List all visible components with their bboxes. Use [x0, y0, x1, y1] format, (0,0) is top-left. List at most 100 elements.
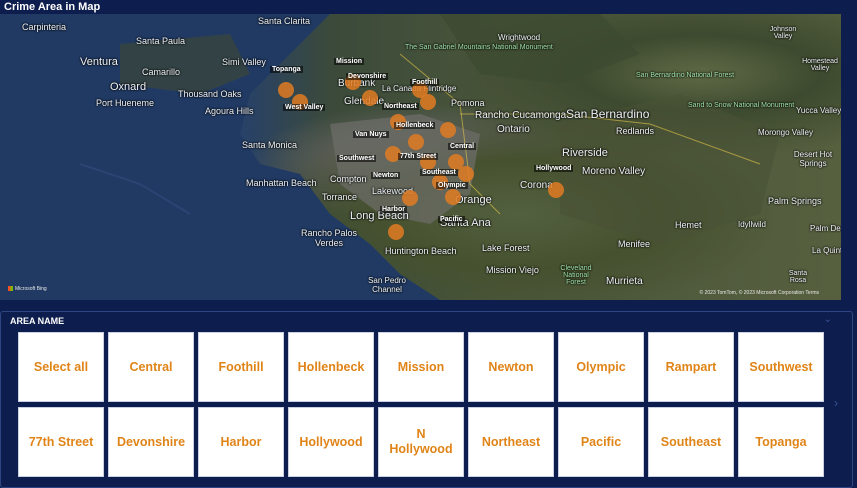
place-label: Lake Forest	[482, 243, 530, 253]
crime-bubble[interactable]	[420, 94, 436, 110]
place-label: Idyllwild	[738, 220, 767, 229]
crime-bubble[interactable]	[362, 90, 378, 106]
place-label: Desert Hot Springs	[793, 150, 833, 168]
place-label: Homestead Valley	[802, 58, 838, 72]
park-label: San Bernardino National Forest	[635, 72, 735, 79]
chevron-down-icon[interactable]: ⌄	[824, 314, 832, 325]
place-label: Murrieta	[606, 276, 643, 287]
area-label-west-valley: West Valley	[283, 104, 326, 111]
place-label: Morongo Valley	[758, 128, 813, 137]
area-label-newton: Newton	[371, 172, 401, 179]
place-label: Palm Desert	[810, 224, 841, 233]
place-label: Rancho Cucamonga	[475, 110, 567, 121]
area-label-southwest: Southwest	[337, 155, 377, 162]
chevron-right-icon[interactable]: ›	[834, 396, 838, 410]
area-label-olympic: Olympic	[436, 182, 468, 189]
place-label: Carpinteria	[22, 22, 67, 32]
place-label: Huntington Beach	[385, 246, 457, 256]
area-label-topanga: Topanga	[270, 66, 303, 73]
crime-bubble[interactable]	[458, 166, 474, 182]
microsoft-logo-icon	[8, 286, 13, 292]
place-label: Thousand Oaks	[178, 89, 242, 99]
place-label: Mission Viejo	[486, 265, 539, 275]
area-label-northeast: Northeast	[382, 103, 419, 110]
area-label-van-nuys: Van Nuys	[353, 131, 389, 138]
bing-logo: Microsoft Bing	[8, 286, 47, 292]
place-label: San Pedro Channel	[368, 276, 406, 294]
place-label: Oxnard	[110, 81, 147, 93]
crime-bubble[interactable]	[440, 122, 456, 138]
place-label: Riverside	[562, 147, 608, 159]
map-provider: Microsoft Bing	[15, 286, 47, 292]
slicer-tile-mission[interactable]: Mission	[378, 332, 464, 402]
crime-bubble[interactable]	[402, 190, 418, 206]
place-label: Torrance	[322, 192, 358, 202]
slicer-tile-topanga[interactable]: Topanga	[738, 407, 824, 477]
slicer-tile-rampart[interactable]: Rampart	[648, 332, 734, 402]
area-label-mission: Mission	[334, 58, 365, 65]
crime-bubble[interactable]	[408, 134, 424, 150]
place-label: Menifee	[618, 239, 651, 249]
slicer-tile-pacific[interactable]: Pacific	[558, 407, 644, 477]
place-label: Johnson Valley	[769, 26, 797, 40]
slicer-title: AREA NAME	[10, 316, 65, 326]
slicer-tile-newton[interactable]: Newton	[468, 332, 554, 402]
place-label: Port Hueneme	[96, 98, 155, 108]
place-label: Hemet	[675, 220, 702, 230]
area-label-harbor: Harbor	[380, 206, 407, 213]
crime-bubble[interactable]	[278, 82, 294, 98]
slicer-tiles: Select all Central Foothill Hollenbeck M…	[18, 332, 826, 488]
slicer-tile-central[interactable]: Central	[108, 332, 194, 402]
area-label-77th-street: 77th Street	[398, 153, 439, 160]
place-label: Santa Rosa	[788, 270, 808, 284]
area-label-pacific: Pacific	[438, 216, 465, 223]
slicer-tile-select-all[interactable]: Select all	[18, 332, 104, 402]
area-label-devonshire: Devonshire	[346, 73, 389, 80]
place-label: Manhattan Beach	[246, 178, 317, 188]
slicer-tile-hollenbeck[interactable]: Hollenbeck	[288, 332, 374, 402]
area-label-southeast: Southeast	[420, 169, 458, 176]
place-label: Moreno Valley	[582, 166, 646, 177]
place-label: Santa Clarita	[258, 16, 311, 26]
slicer-tile-southeast[interactable]: Southeast	[648, 407, 734, 477]
place-label: Camarillo	[142, 67, 181, 77]
slicer-tile-foothill[interactable]: Foothill	[198, 332, 284, 402]
slicer-tile-olympic[interactable]: Olympic	[558, 332, 644, 402]
place-label: Wrightwood	[498, 33, 541, 42]
slicer-tile-77th-street[interactable]: 77th Street	[18, 407, 104, 477]
place-label: Ventura	[80, 56, 118, 68]
slicer-tile-hollywood[interactable]: Hollywood	[288, 407, 374, 477]
place-label: Palm Springs	[768, 196, 822, 206]
area-label-foothill: Foothill	[410, 79, 440, 86]
place-label: Santa Monica	[242, 140, 298, 150]
crime-bubble[interactable]	[388, 224, 404, 240]
park-label: Sand to Snow National Monument	[688, 102, 795, 109]
slicer-tile-harbor[interactable]: Harbor	[198, 407, 284, 477]
crime-bubble[interactable]	[445, 189, 461, 205]
slicer-tile-devonshire[interactable]: Devonshire	[108, 407, 194, 477]
park-label: Cleveland National Forest	[560, 265, 592, 286]
slicer-tile-n-hollywood[interactable]: N Hollywood	[378, 407, 464, 477]
place-label: La Quinta	[812, 246, 841, 255]
slicer-tile-northeast[interactable]: Northeast	[468, 407, 554, 477]
area-label-hollenbeck: Hollenbeck	[394, 122, 436, 129]
place-label: Redlands	[616, 126, 655, 136]
place-label: Santa Paula	[136, 36, 186, 46]
place-label: Compton	[330, 174, 367, 184]
map-attribution[interactable]: © 2023 TomTom, © 2023 Microsoft Corporat…	[700, 290, 819, 296]
place-label: Rancho Palos Verdes	[300, 228, 358, 248]
slicer-tile-southwest[interactable]: Southwest	[738, 332, 824, 402]
place-label: Agoura Hills	[205, 106, 254, 116]
crime-bubble[interactable]	[548, 182, 564, 198]
place-label: Ontario	[497, 124, 530, 135]
place-label: Yucca Valley	[796, 106, 841, 115]
crime-area-map[interactable]: Santa Clarita Carpinteria Santa Paula Ve…	[0, 14, 841, 300]
place-label: San Bernardino	[566, 107, 650, 121]
map-title: Crime Area in Map	[4, 1, 101, 13]
place-label: Simi Valley	[222, 57, 266, 67]
place-label: Pomona	[451, 98, 485, 108]
area-label-central: Central	[448, 143, 477, 150]
area-name-slicer: AREA NAME ⌄ Select all Central Foothill …	[0, 311, 853, 488]
park-label: The San Gabriel Mountains National Monum…	[405, 44, 553, 51]
area-label-hollywood: Hollywood	[534, 165, 574, 172]
